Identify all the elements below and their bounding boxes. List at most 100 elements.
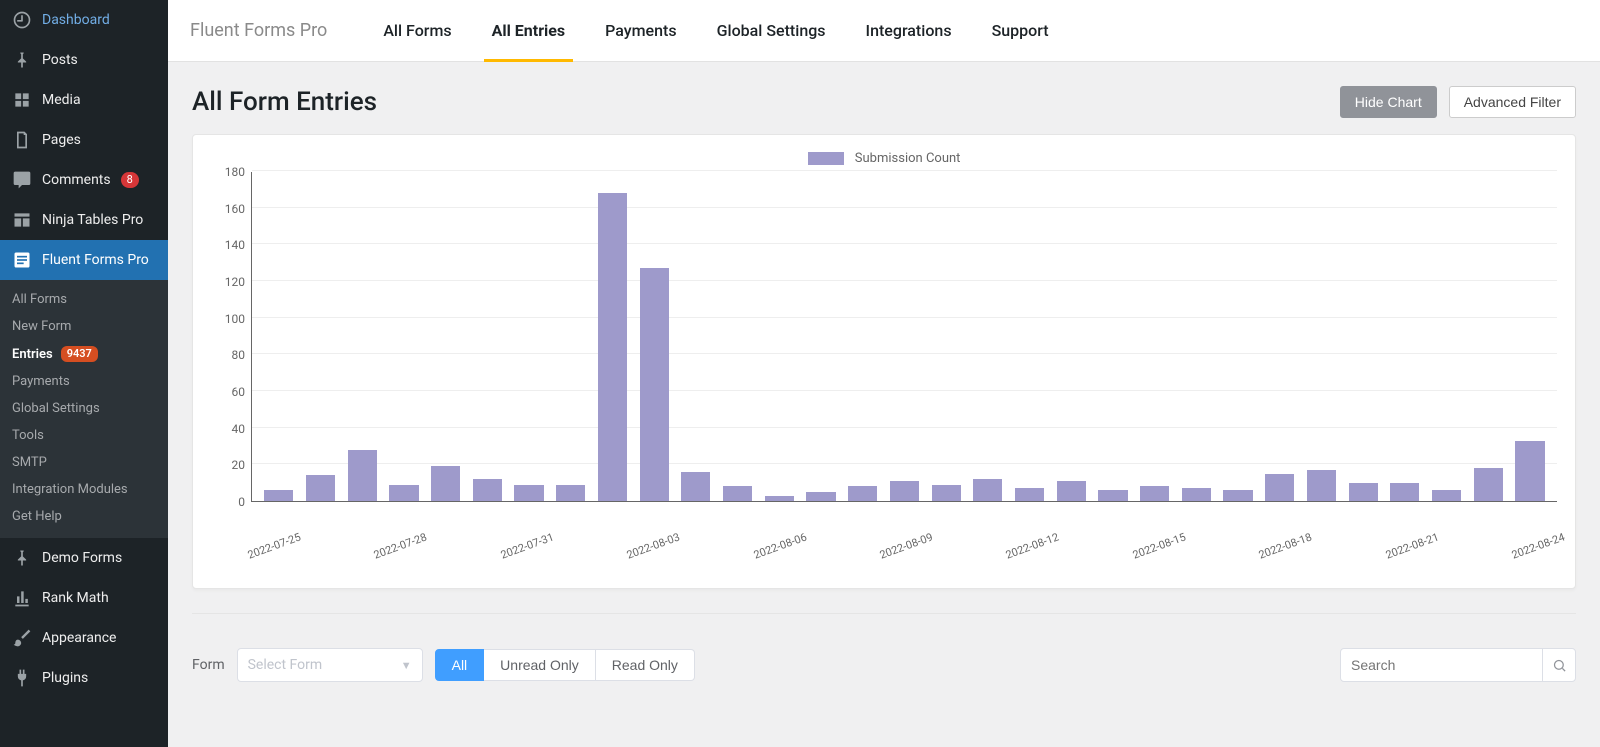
form-select[interactable]: Select Form ▼: [237, 648, 423, 682]
x-tick-label: 2022-08-06: [752, 531, 809, 562]
chart-bar[interactable]: [932, 485, 961, 502]
sidebar-item-ninja-tables-pro[interactable]: Ninja Tables Pro: [0, 200, 168, 240]
search-input-wrap: [1340, 648, 1576, 682]
chart-bar[interactable]: [1390, 483, 1419, 501]
bar-slot: [1426, 172, 1468, 501]
sidebar-subitem-label: Tools: [12, 428, 44, 443]
bar-slot: [884, 172, 926, 501]
sidebar-item-rank-math[interactable]: Rank Math: [0, 578, 168, 618]
chevron-down-icon: ▼: [401, 659, 412, 672]
chart-bar[interactable]: [431, 466, 460, 501]
sidebar-item-label: Appearance: [42, 630, 116, 646]
chart-bar[interactable]: [1182, 488, 1211, 501]
sidebar-subitem-payments[interactable]: Payments: [0, 368, 168, 395]
filter-bar: Form Select Form ▼ AllUnread OnlyRead On…: [192, 648, 1576, 682]
x-tick-label: 2022-08-09: [878, 531, 935, 562]
nav-tab-support[interactable]: Support: [972, 0, 1069, 62]
sidebar-subitem-new-form[interactable]: New Form: [0, 313, 168, 340]
sidebar-item-dashboard[interactable]: Dashboard: [0, 0, 168, 40]
sidebar-item-media[interactable]: Media: [0, 80, 168, 120]
chart-bar[interactable]: [723, 486, 752, 501]
chart-bar[interactable]: [598, 193, 627, 501]
nav-tab-all-entries[interactable]: All Entries: [472, 0, 586, 62]
chart-bar[interactable]: [681, 472, 710, 501]
chart-bar[interactable]: [348, 450, 377, 501]
chart-bar[interactable]: [556, 485, 585, 502]
filter-all-button[interactable]: All: [435, 649, 485, 681]
main-content: Fluent Forms Pro All FormsAll EntriesPay…: [168, 0, 1600, 747]
chart-bar[interactable]: [264, 490, 293, 501]
chart-bar[interactable]: [806, 492, 835, 501]
chart-bar[interactable]: [1140, 486, 1169, 501]
sidebar-subitem-smtp[interactable]: SMTP: [0, 449, 168, 476]
chart-bar[interactable]: [640, 268, 669, 501]
nav-tab-payments[interactable]: Payments: [585, 0, 696, 62]
sidebar-item-label: Pages: [42, 132, 81, 148]
nav-tab-global-settings[interactable]: Global Settings: [697, 0, 846, 62]
table-icon: [12, 210, 32, 230]
hide-chart-button[interactable]: Hide Chart: [1340, 86, 1437, 118]
chart-bar[interactable]: [1057, 481, 1086, 501]
legend-label: Submission Count: [855, 151, 961, 166]
chart-bar[interactable]: [848, 486, 877, 501]
sidebar-subitem-tools[interactable]: Tools: [0, 422, 168, 449]
bar-slot: [300, 172, 342, 501]
chart-bar[interactable]: [1515, 441, 1544, 502]
bar-slot: [967, 172, 1009, 501]
bar-slot: [842, 172, 884, 501]
sidebar-item-label: Plugins: [42, 670, 88, 686]
chart-bar[interactable]: [1432, 490, 1461, 501]
chart-bar[interactable]: [890, 481, 919, 501]
chart-bar[interactable]: [306, 475, 335, 501]
bar-slot: [1217, 172, 1259, 501]
y-tick: 20: [232, 458, 246, 472]
sidebar-subitem-label: Get Help: [12, 509, 62, 524]
search-input[interactable]: [1341, 657, 1542, 673]
chart-bar[interactable]: [473, 479, 502, 501]
chart-bar[interactable]: [1015, 488, 1044, 501]
chart-bar[interactable]: [1474, 468, 1503, 501]
chart-bar[interactable]: [1265, 474, 1294, 502]
advanced-filter-button[interactable]: Advanced Filter: [1449, 86, 1576, 118]
sidebar-item-plugins[interactable]: Plugins: [0, 658, 168, 698]
sidebar-subitem-global-settings[interactable]: Global Settings: [0, 395, 168, 422]
sidebar-item-fluent-forms-pro[interactable]: Fluent Forms Pro: [0, 240, 168, 280]
x-tick-label: 2022-07-31: [499, 531, 556, 562]
chart-bar[interactable]: [973, 479, 1002, 501]
sidebar-subitem-all-forms[interactable]: All Forms: [0, 286, 168, 313]
form-select-label: Form: [192, 657, 225, 673]
bar-slot: [1092, 172, 1134, 501]
bar-slot: [1175, 172, 1217, 501]
nav-tab-integrations[interactable]: Integrations: [846, 0, 972, 62]
filter-unread-only-button[interactable]: Unread Only: [484, 649, 596, 681]
sidebar-item-posts[interactable]: Posts: [0, 40, 168, 80]
chart-bar[interactable]: [1307, 470, 1336, 501]
chart-bar[interactable]: [514, 485, 543, 502]
nav-tab-all-forms[interactable]: All Forms: [363, 0, 471, 62]
bar-slot: [1509, 172, 1551, 501]
bar-slot: [1009, 172, 1051, 501]
sidebar-item-pages[interactable]: Pages: [0, 120, 168, 160]
chart-bar[interactable]: [1098, 490, 1127, 501]
search-button[interactable]: [1542, 649, 1575, 681]
bar-slot: [758, 172, 800, 501]
sidebar-subitem-label: SMTP: [12, 455, 47, 470]
chart-bar[interactable]: [1223, 490, 1252, 501]
chart-bar[interactable]: [1349, 483, 1378, 501]
sidebar-subitem-integration-modules[interactable]: Integration Modules: [0, 476, 168, 503]
sidebar-item-label: Fluent Forms Pro: [42, 252, 149, 268]
sidebar-item-comments[interactable]: Comments8: [0, 160, 168, 200]
chart-bar[interactable]: [765, 496, 794, 502]
comment-icon: [12, 170, 32, 190]
filter-read-only-button[interactable]: Read Only: [596, 649, 695, 681]
sidebar-subitem-get-help[interactable]: Get Help: [0, 503, 168, 530]
x-tick-label: 2022-08-12: [1004, 531, 1061, 562]
page-content: All Form Entries Hide Chart Advanced Fil…: [168, 62, 1600, 747]
y-tick: 120: [225, 275, 245, 289]
sidebar-item-demo-forms[interactable]: Demo Forms: [0, 538, 168, 578]
chart-bar[interactable]: [389, 485, 418, 502]
sidebar-item-appearance[interactable]: Appearance: [0, 618, 168, 658]
x-tick-label: 2022-07-25: [246, 531, 303, 562]
bar-slot: [1467, 172, 1509, 501]
sidebar-subitem-entries[interactable]: Entries9437: [0, 340, 168, 368]
